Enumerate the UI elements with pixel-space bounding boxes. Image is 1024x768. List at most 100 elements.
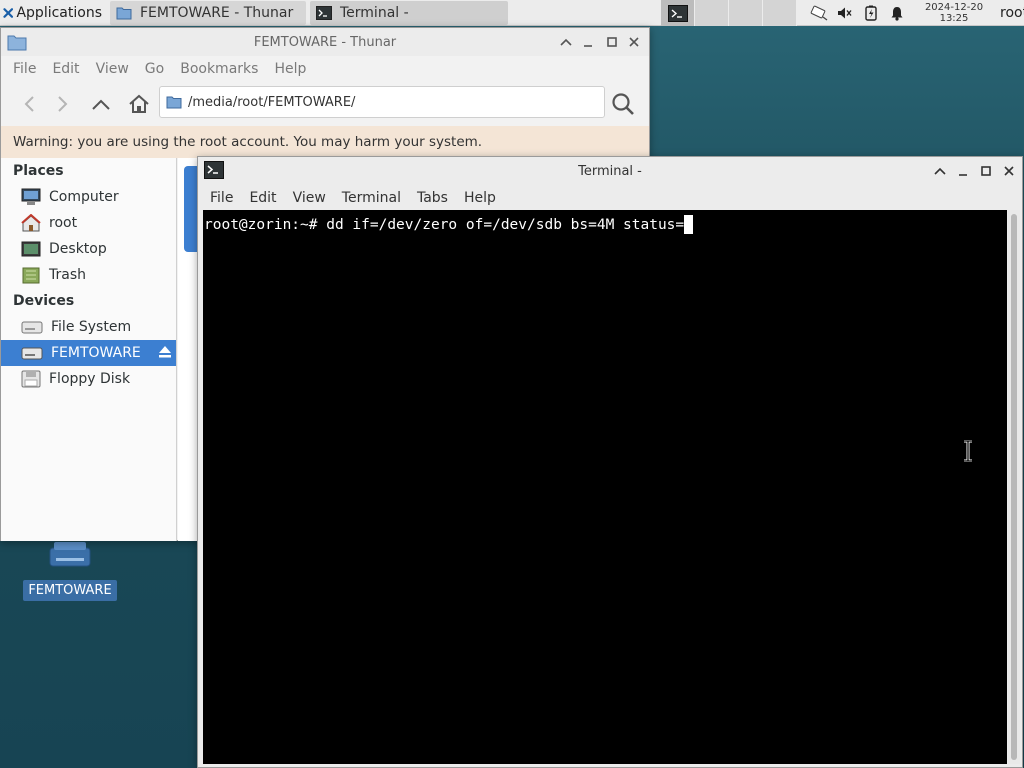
thunar-toolbar: /media/root/FEMTOWARE/ [1,82,649,126]
menu-view[interactable]: View [88,61,137,77]
panel-clock[interactable]: 2024-12-20 13:25 [918,0,990,26]
terminal-prompt: root@zorin:~# [204,216,327,233]
sidebar-item-label: Computer [49,189,119,205]
menu-file[interactable]: File [5,61,44,77]
taskbar-terminal-label: Terminal - [340,5,409,21]
workspace-4[interactable] [763,0,797,26]
back-button[interactable] [15,90,43,118]
menu-file[interactable]: File [202,190,241,206]
menu-help[interactable]: Help [456,190,504,206]
scrollbar-thumb[interactable] [1011,214,1017,760]
folder-icon [7,35,27,51]
close-button[interactable] [1000,162,1018,180]
menu-view[interactable]: View [285,190,334,206]
devices-header: Devices [13,293,75,309]
side-pane: Places Computer root Desktop Trash Devic… [1,158,177,541]
terminal-icon [204,161,224,179]
location-path: /media/root/FEMTOWARE/ [188,94,356,110]
desktop-icon-femtoware[interactable]: FEMTOWARE [22,536,118,608]
thunar-menubar: File Edit View Go Bookmarks Help [1,56,649,82]
terminal-scrollbar[interactable] [1008,210,1020,764]
system-tray [806,0,910,26]
desktop-icon-label: FEMTOWARE [23,580,117,601]
workspace-switcher[interactable] [661,0,797,26]
sidebar-item-label: Trash [49,267,86,283]
maximize-button[interactable] [977,162,995,180]
sidebar-item-root[interactable]: root [1,210,176,236]
menu-edit[interactable]: Edit [241,190,284,206]
minimize-button[interactable] [954,162,972,180]
file-item-partial[interactable] [184,166,198,252]
battery-icon[interactable] [858,0,884,26]
menu-edit[interactable]: Edit [44,61,87,77]
close-icon [629,37,639,47]
search-button[interactable] [609,90,637,118]
drive-icon [49,542,91,567]
workspace-3[interactable] [729,0,763,26]
sidebar-item-floppy-disk[interactable]: Floppy Disk [1,366,176,392]
terminal-command: dd if=/dev/zero of=/dev/sdb bs=4M status… [326,216,685,233]
sidebar-item-file-system[interactable]: File System [1,314,176,340]
parent-folder-button[interactable] [87,90,115,118]
location-bar[interactable]: /media/root/FEMTOWARE/ [159,86,605,118]
home-button[interactable] [125,90,153,118]
terminal-screen[interactable]: root@zorin:~# dd if=/dev/zero of=/dev/sd… [203,210,1007,764]
menu-go[interactable]: Go [137,61,172,77]
top-panel: Applications FEMTOWARE - Thunar Terminal… [0,0,1024,26]
menu-bookmarks[interactable]: Bookmarks [172,61,266,77]
terminal-menubar: File Edit View Terminal Tabs Help [198,185,1022,211]
applications-menu-button[interactable]: Applications [0,0,108,26]
sidebar-item-trash[interactable]: Trash [1,262,176,288]
text-cursor [684,215,694,234]
folder-icon [166,96,182,109]
sidebar-item-femtoware[interactable]: FEMTOWARE [1,340,176,366]
computer-icon [21,188,41,205]
minimize-icon [959,174,967,176]
network-icon[interactable] [806,0,832,26]
xfce-logo-icon [3,7,14,18]
menu-terminal[interactable]: Terminal [334,190,409,206]
maximize-button[interactable] [603,33,621,51]
chevron-up-icon [934,167,946,175]
terminal-window: Terminal - File Edit View Terminal Tabs … [197,156,1023,768]
shade-button[interactable] [931,162,949,180]
warning-text: Warning: you are using the root account.… [13,134,483,150]
eject-button[interactable] [158,345,172,363]
clock-time: 13:25 [939,13,969,24]
thunar-titlebar[interactable]: FEMTOWARE - Thunar [1,28,649,56]
ibeam-cursor-icon [964,440,972,462]
folder-icon [116,7,132,20]
usb-drive-icon [21,347,43,360]
arrow-left-icon [24,96,34,112]
taskbar-thunar-label: FEMTOWARE - Thunar [140,5,294,21]
chevron-up-icon [560,38,572,46]
minimize-button[interactable] [579,33,597,51]
taskbar-terminal-button[interactable]: Terminal - [310,1,508,25]
clock-date: 2024-12-20 [924,2,984,13]
home-icon [21,214,41,232]
sidebar-item-computer[interactable]: Computer [1,184,176,210]
terminal-titlebar[interactable]: Terminal - [198,157,1022,185]
close-button[interactable] [625,33,643,51]
menu-tabs[interactable]: Tabs [409,190,456,206]
applications-label: Applications [16,4,102,21]
user-name: root [1000,5,1024,21]
drive-icon [21,321,43,334]
sidebar-item-desktop[interactable]: Desktop [1,236,176,262]
maximize-icon [607,37,617,47]
user-menu-button[interactable]: root [994,0,1024,26]
shade-button[interactable] [557,33,575,51]
minimize-icon [584,45,592,47]
terminal-title: Terminal - [578,163,642,179]
root-warning-banner: Warning: you are using the root account.… [1,126,649,158]
menu-help[interactable]: Help [266,61,314,77]
notifications-bell-icon[interactable] [884,0,910,26]
workspace-2[interactable] [695,0,729,26]
terminal-icon [316,6,332,20]
sidebar-item-label: root [49,215,78,231]
forward-button[interactable] [49,90,77,118]
workspace-1[interactable] [661,0,695,26]
taskbar-thunar-button[interactable]: FEMTOWARE - Thunar [110,1,306,25]
places-header: Places [13,163,64,179]
volume-muted-icon[interactable] [832,0,858,26]
